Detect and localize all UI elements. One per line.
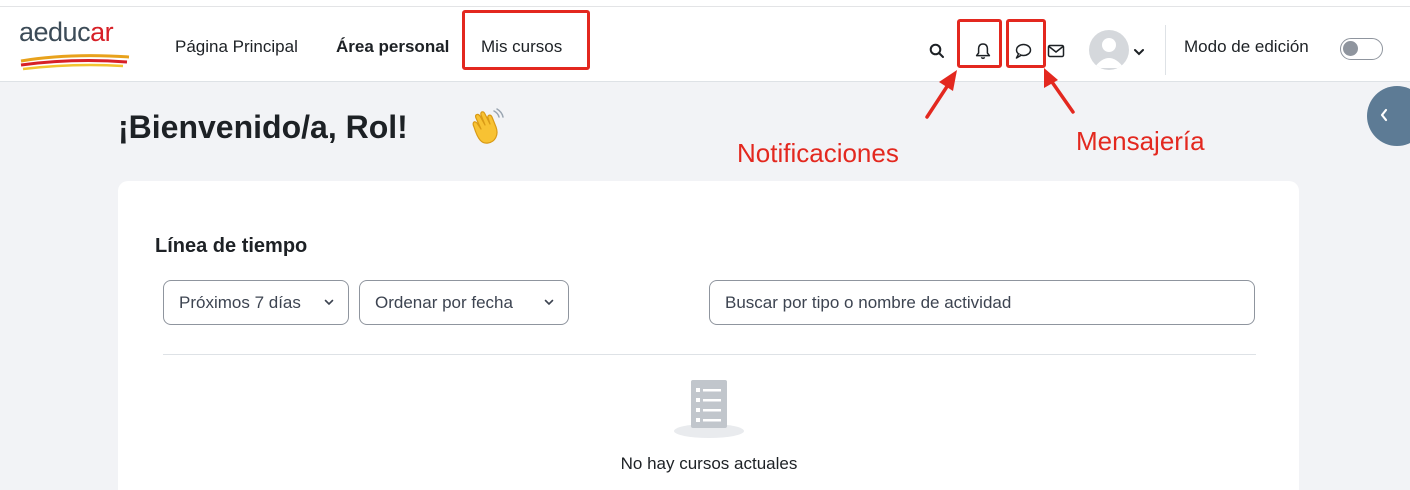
page-title: ¡Bienvenido/a, Rol!	[118, 109, 408, 145]
toggle-knob	[1343, 41, 1358, 56]
timeline-filter-dropdown[interactable]: Próximos 7 días	[163, 280, 349, 325]
logo-text-part2: ar	[90, 17, 114, 47]
chevron-down-icon	[324, 299, 334, 306]
highlight-notifications	[957, 19, 1002, 68]
top-navbar: aeducar Página Principal Área personal M…	[0, 7, 1410, 82]
mail-icon[interactable]	[1046, 43, 1066, 59]
timeline-card	[118, 181, 1299, 490]
nav-link-home[interactable]: Página Principal	[175, 37, 298, 57]
edit-mode-toggle[interactable]	[1340, 38, 1383, 60]
timeline-sort-value: Ordenar por fecha	[375, 293, 513, 312]
block-drawer-toggle[interactable]	[1367, 86, 1410, 146]
chevron-down-icon	[544, 299, 554, 306]
highlight-my-courses	[462, 10, 590, 70]
chevron-down-icon[interactable]	[1133, 44, 1145, 56]
annotation-messaging: Mensajería	[1076, 126, 1205, 156]
empty-state-message: No hay cursos actuales	[620, 454, 798, 473]
arrow-to-notifications	[925, 83, 950, 119]
navbar-divider	[1165, 25, 1166, 75]
timeline-sort-dropdown[interactable]: Ordenar por fecha	[359, 280, 569, 325]
highlight-messaging	[1006, 19, 1046, 68]
search-icon[interactable]	[928, 42, 946, 60]
card-divider	[163, 354, 1256, 355]
top-border	[0, 0, 1410, 7]
aeducar-logo[interactable]: aeducar	[19, 15, 131, 75]
timeline-filter-value: Próximos 7 días	[179, 293, 301, 312]
nav-link-personal-area[interactable]: Área personal	[336, 37, 449, 57]
activity-search-input[interactable]	[709, 280, 1255, 325]
chevron-left-icon	[1380, 108, 1388, 122]
user-avatar[interactable]	[1089, 30, 1129, 70]
annotation-notifications: Notificaciones	[737, 138, 899, 168]
waving-hand-icon	[465, 106, 505, 146]
empty-list-icon	[673, 377, 745, 439]
logo-swoosh-icon	[20, 54, 130, 71]
timeline-title: Línea de tiempo	[155, 235, 308, 257]
logo-text-part1: aeduc	[19, 17, 91, 47]
arrow-to-messaging	[1050, 80, 1075, 114]
edit-mode-label: Modo de edición	[1184, 37, 1309, 56]
